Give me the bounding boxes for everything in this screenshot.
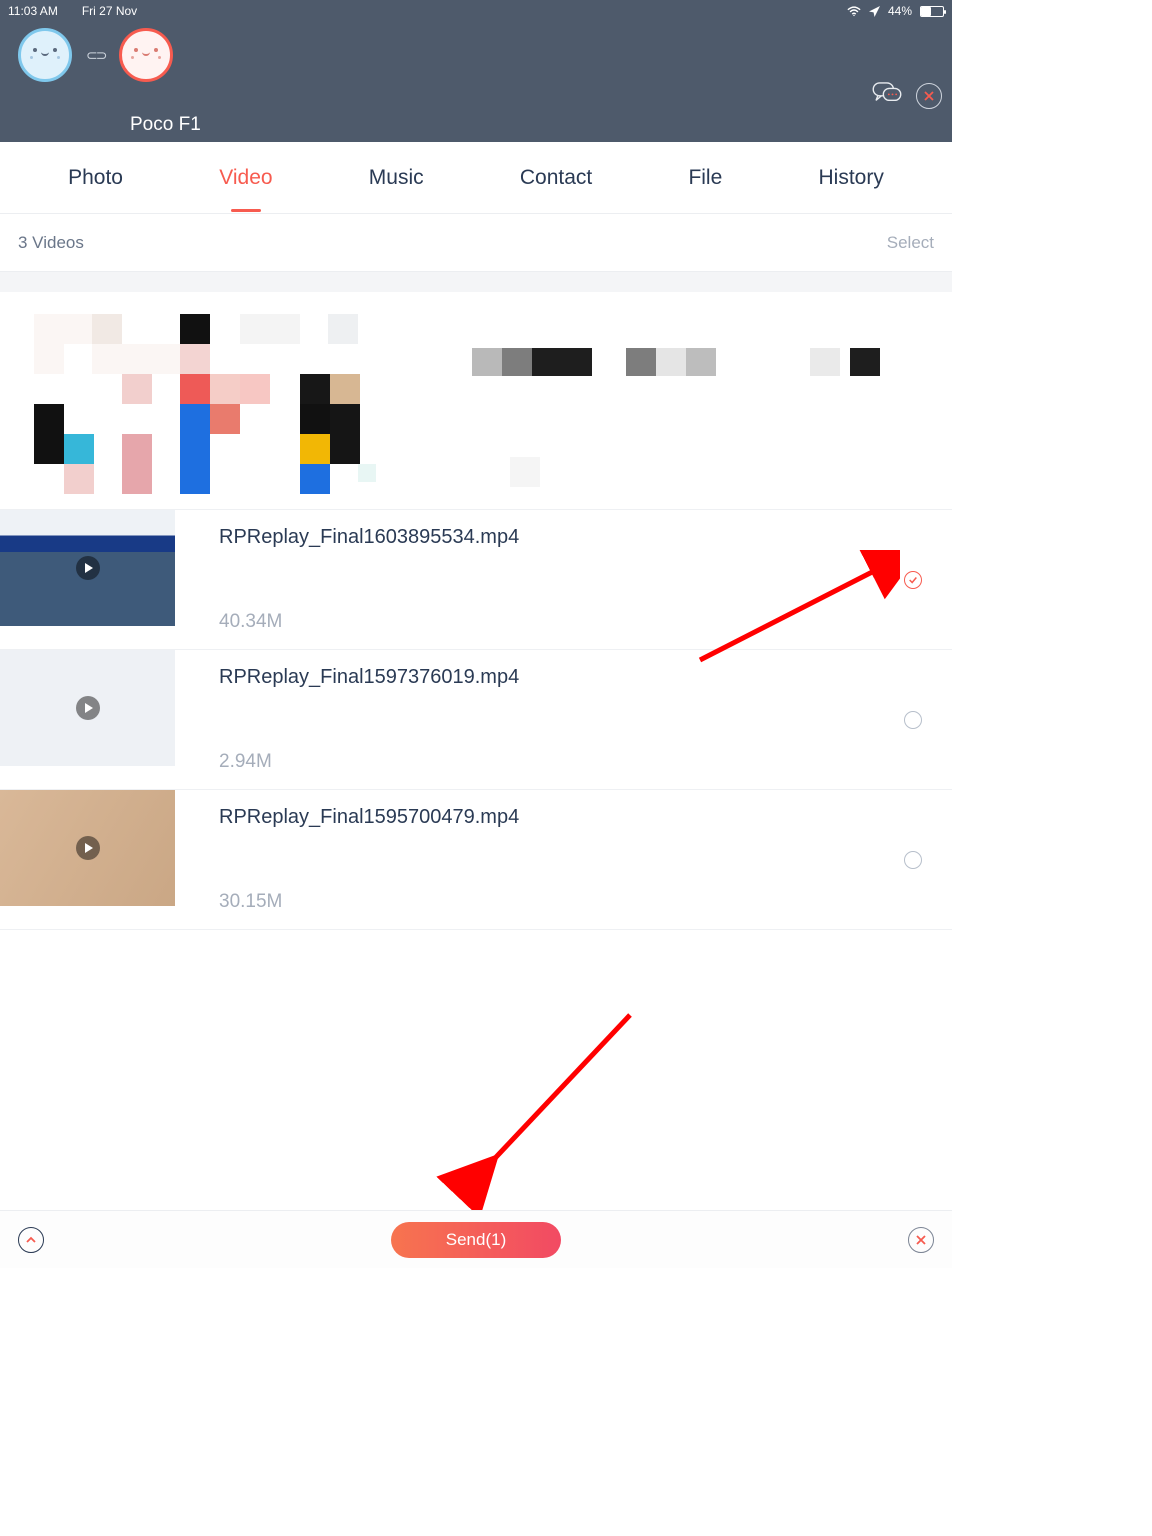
status-date: Fri 27 Nov xyxy=(82,4,137,18)
wifi-icon xyxy=(847,6,861,17)
connection-header: ⊂⊃ Poco F1 xyxy=(0,22,952,142)
play-icon xyxy=(76,556,100,580)
cancel-button[interactable] xyxy=(908,1227,934,1253)
status-time: 11:03 AM xyxy=(8,4,58,18)
video-thumbnail xyxy=(0,790,175,906)
section-gap xyxy=(0,272,952,292)
tab-history[interactable]: History xyxy=(819,166,884,190)
tab-photo[interactable]: Photo xyxy=(68,166,123,190)
file-size: 40.34M xyxy=(219,611,892,633)
item-count: 3 Videos xyxy=(18,233,84,253)
footer-bar: Send(1) xyxy=(0,1210,952,1268)
tab-contact[interactable]: Contact xyxy=(520,166,592,190)
battery-icon xyxy=(920,6,944,17)
file-name: RPReplay_Final1603895534.mp4 xyxy=(219,526,892,549)
file-size: 2.94M xyxy=(219,751,892,773)
video-thumbnail xyxy=(0,510,175,626)
video-thumbnail xyxy=(0,650,175,766)
chat-icon[interactable] xyxy=(872,82,902,109)
status-bar: 11:03 AM Fri 27 Nov 44% xyxy=(0,0,952,22)
select-radio[interactable] xyxy=(904,571,922,589)
battery-percent: 44% xyxy=(888,4,912,18)
list-item[interactable]: RPReplay_Final1595700479.mp4 30.15M xyxy=(0,790,952,930)
expand-up-button[interactable] xyxy=(18,1227,44,1253)
disconnect-button[interactable] xyxy=(916,83,942,109)
link-icon: ⊂⊃ xyxy=(86,47,105,64)
play-icon xyxy=(76,696,100,720)
send-button[interactable]: Send(1) xyxy=(391,1222,561,1258)
category-tabs: Photo Video Music Contact File History xyxy=(0,142,952,214)
select-radio[interactable] xyxy=(904,711,922,729)
tab-file[interactable]: File xyxy=(688,166,722,190)
remote-device-avatar[interactable] xyxy=(119,28,173,82)
file-size: 30.15M xyxy=(219,891,892,913)
select-toggle[interactable]: Select xyxy=(887,233,934,253)
select-radio[interactable] xyxy=(904,851,922,869)
local-device-avatar[interactable] xyxy=(18,28,72,82)
file-name: RPReplay_Final1595700479.mp4 xyxy=(219,806,892,829)
count-bar: 3 Videos Select xyxy=(0,214,952,272)
play-icon xyxy=(76,836,100,860)
file-name: RPReplay_Final1597376019.mp4 xyxy=(219,666,892,689)
redacted-preview xyxy=(0,292,952,510)
video-list: RPReplay_Final1603895534.mp4 40.34M RPRe… xyxy=(0,510,952,930)
list-item[interactable]: RPReplay_Final1597376019.mp4 2.94M xyxy=(0,650,952,790)
tab-video[interactable]: Video xyxy=(219,166,272,190)
tab-music[interactable]: Music xyxy=(369,166,424,190)
annotation-arrow xyxy=(430,1000,650,1220)
remote-device-name: Poco F1 xyxy=(130,114,201,136)
location-icon xyxy=(869,6,880,17)
list-item[interactable]: RPReplay_Final1603895534.mp4 40.34M xyxy=(0,510,952,650)
